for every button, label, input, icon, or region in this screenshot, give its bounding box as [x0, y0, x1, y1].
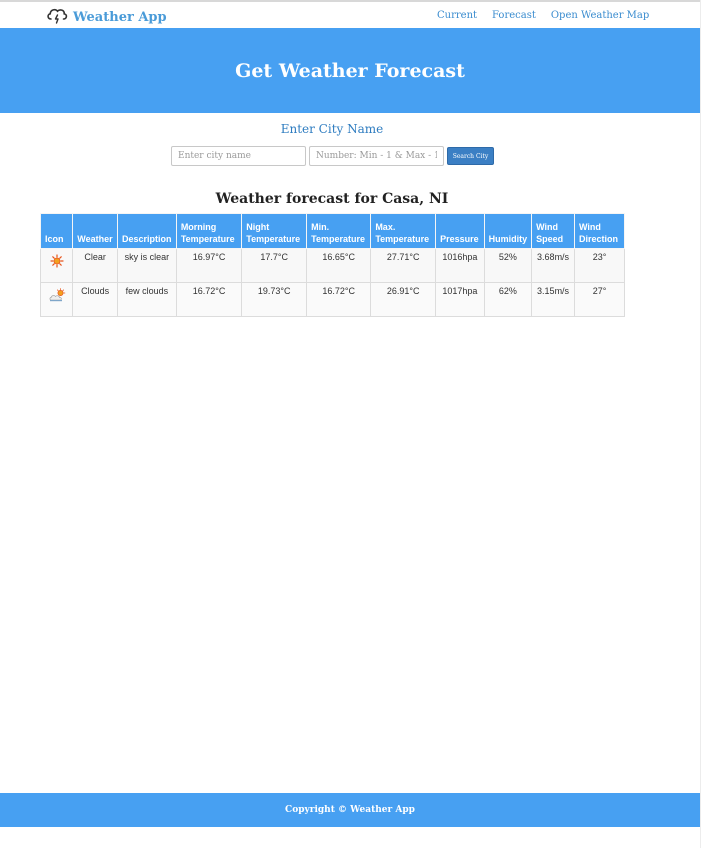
pressure-cell: 1017hpa: [435, 282, 485, 317]
table-row: Clouds few clouds 16.72°C 19.73°C 16.72°…: [39, 282, 625, 317]
wind-speed-cell: 3.68m/s: [531, 248, 575, 283]
footer: Copyright © Weather App: [0, 793, 700, 827]
nav-forecast[interactable]: Forecast: [492, 10, 536, 21]
nav-current[interactable]: Current: [437, 10, 477, 21]
days-input[interactable]: [309, 146, 444, 166]
description-cell: few clouds: [117, 282, 177, 317]
humidity-cell: 52%: [483, 248, 533, 283]
city-input[interactable]: [171, 146, 306, 166]
page-title: Get Weather Forecast: [235, 59, 465, 82]
header-pressure: Pressure: [435, 213, 485, 249]
header-description: Description: [117, 213, 177, 249]
morning-temp-cell: 16.72°C: [175, 282, 243, 317]
header-morning-temp: Morning Temperature: [175, 213, 243, 249]
copyright-text: Copyright © Weather App: [285, 805, 415, 815]
brand-link[interactable]: Weather App: [46, 6, 167, 28]
night-temp-cell: 19.73°C: [241, 282, 308, 317]
morning-temp-cell: 16.97°C: [175, 248, 243, 283]
min-temp-cell: 16.65°C: [306, 248, 372, 283]
nav-links: Current Forecast Open Weather Map: [437, 10, 649, 21]
max-temp-cell: 26.91°C: [370, 282, 437, 317]
min-temp-cell: 16.72°C: [306, 282, 372, 317]
night-temp-cell: 17.7°C: [241, 248, 308, 283]
pressure-cell: 1016hpa: [435, 248, 485, 283]
nav-open-weather-map[interactable]: Open Weather Map: [551, 10, 649, 21]
header-wind-direction: Wind Direction: [574, 213, 625, 249]
description-cell: sky is clear: [117, 248, 177, 283]
wind-direction-cell: 23°: [574, 248, 625, 283]
city-label: Enter City Name: [280, 122, 384, 136]
header-night-temp: Night Temperature: [241, 213, 308, 249]
search-form: Search City: [171, 146, 494, 166]
forecast-title: Weather forecast for Casa, NI: [215, 191, 449, 207]
icon-cell: [39, 282, 74, 317]
weather-cell: Clear: [72, 248, 118, 283]
table-row: Clear sky is clear 16.97°C 17.7°C 16.65°…: [39, 248, 625, 283]
table-header-row: Icon Weather Description Morning Tempera…: [39, 213, 625, 249]
header-max-temp: Max. Temperature: [370, 213, 437, 249]
search-city-button[interactable]: Search City: [447, 147, 494, 165]
header-min-temp: Min. Temperature: [306, 213, 372, 249]
weather-cell: Clouds: [72, 282, 118, 317]
header-wind-speed: Wind Speed: [531, 213, 575, 249]
hero-banner: Get Weather Forecast: [0, 28, 700, 113]
header-humidity: Humidity: [483, 213, 533, 249]
sun-icon: [49, 254, 65, 268]
page-edge: [700, 0, 701, 848]
cloud-icon: [46, 6, 68, 28]
few-clouds-icon: [49, 288, 65, 302]
wind-speed-cell: 3.15m/s: [531, 282, 575, 317]
icon-cell: [39, 248, 74, 283]
header-weather: Weather: [72, 213, 118, 249]
forecast-table: Icon Weather Description Morning Tempera…: [39, 213, 625, 317]
brand-name: Weather App: [73, 9, 167, 25]
navbar: Weather App Current Forecast Open Weathe…: [0, 2, 700, 28]
header-icon: Icon: [39, 213, 74, 249]
humidity-cell: 62%: [483, 282, 533, 317]
wind-direction-cell: 27°: [574, 282, 625, 317]
max-temp-cell: 27.71°C: [370, 248, 437, 283]
